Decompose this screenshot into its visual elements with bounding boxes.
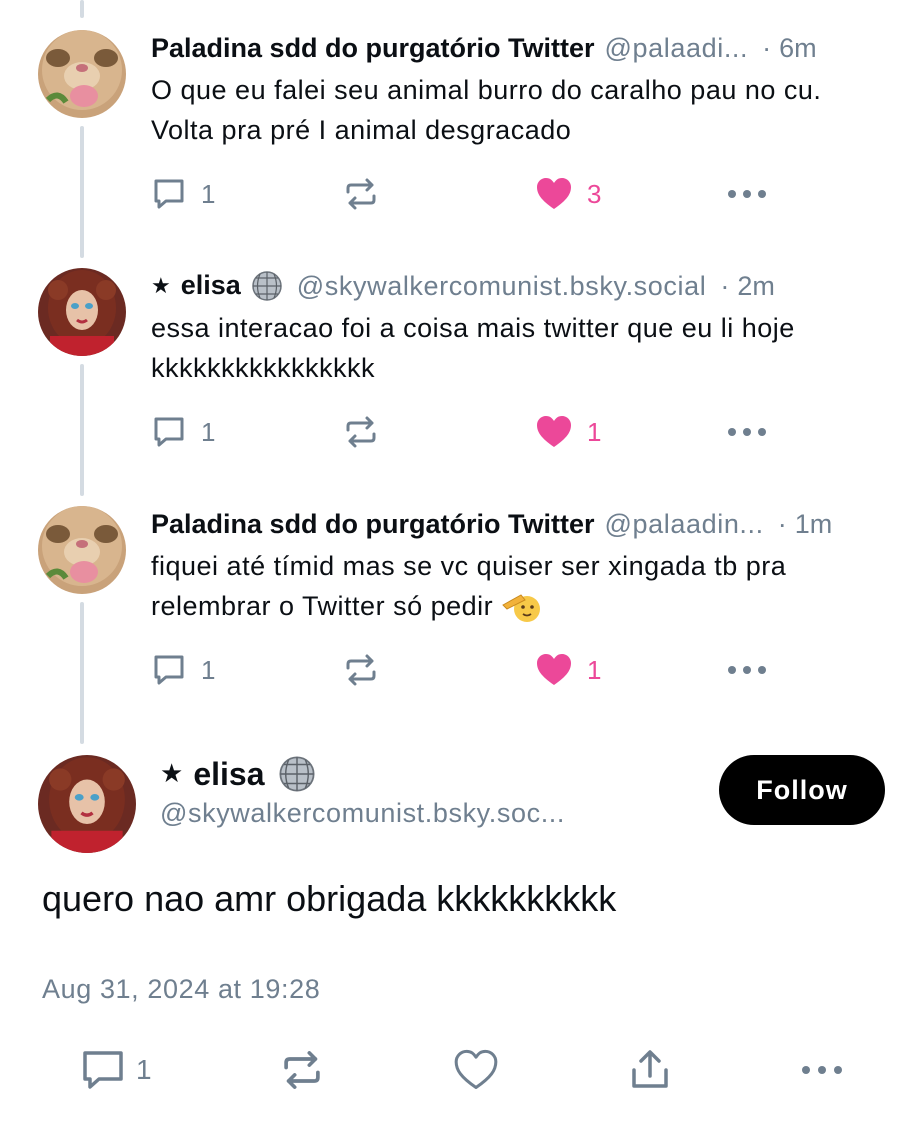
disco-ball-icon <box>278 755 316 793</box>
post-text: O que eu falei seu animal burro do caral… <box>151 75 822 145</box>
like-button[interactable] <box>453 1045 499 1095</box>
like-button[interactable]: 1 <box>535 650 601 690</box>
repost-icon <box>284 1051 320 1089</box>
thread-line <box>80 126 84 258</box>
repost-button[interactable] <box>343 412 379 452</box>
reply-button[interactable]: 1 <box>80 1045 152 1095</box>
post-time[interactable]: 6m <box>779 33 817 64</box>
reply-count: 1 <box>201 178 216 209</box>
woman-avatar-icon <box>38 755 136 853</box>
heart-filled-icon <box>537 416 571 447</box>
reply-count: 1 <box>201 416 216 447</box>
disco-ball-icon <box>251 270 283 302</box>
separator: · <box>762 32 772 63</box>
cat-avatar-icon <box>38 30 126 118</box>
reply-header: ★ elisa @skywalkercomunist.bsky.social · … <box>151 266 908 306</box>
reply-icon <box>154 179 184 209</box>
more-options-button[interactable] <box>800 1045 844 1095</box>
reply-header: Paladina sdd do purgatório Twitter @pala… <box>151 504 908 544</box>
share-button[interactable] <box>628 1045 672 1095</box>
reply-count: 1 <box>201 654 216 685</box>
author-handle[interactable]: @palaadi... <box>605 33 749 64</box>
repost-icon <box>346 178 376 210</box>
more-dots-icon <box>728 666 766 674</box>
reply-icon <box>154 655 184 685</box>
author-handle[interactable]: @skywalkercomunist.bsky.social <box>297 271 707 302</box>
thread-line <box>80 602 84 744</box>
author-name[interactable]: ★ elisa <box>151 270 283 303</box>
star-icon: ★ <box>160 757 184 788</box>
star-icon: ★ <box>151 272 171 298</box>
main-author-handle[interactable]: @skywalkercomunist.bsky.soc... <box>160 798 610 829</box>
post-actions: 1 1 <box>151 412 791 452</box>
more-dots-icon <box>728 190 766 198</box>
like-count: 1 <box>587 416 602 447</box>
more-dots-icon <box>728 428 766 436</box>
woman-avatar-icon <box>38 268 126 356</box>
post-text: essa interacao foi a coisa mais twitter … <box>151 313 795 383</box>
reply-header: Paladina sdd do purgatório Twitter @pala… <box>151 28 908 68</box>
separator: · <box>720 270 730 301</box>
main-post-text: quero nao amr obrigada kkkkkkkkkk <box>42 878 617 919</box>
reply-count: 1 <box>136 1054 152 1085</box>
avatar[interactable] <box>38 30 126 118</box>
main-author-name[interactable]: ★ elisa <box>160 752 316 796</box>
post-text: fiquei até tímid mas se vc quiser ser xi… <box>151 546 871 626</box>
cat-avatar-icon <box>38 506 126 594</box>
post-time[interactable]: 2m <box>737 271 775 302</box>
more-options-button[interactable] <box>727 412 767 452</box>
like-count: 3 <box>587 178 602 209</box>
post-time[interactable]: 1m <box>795 509 833 540</box>
author-name[interactable]: Paladina sdd do purgatório Twitter <box>151 33 595 64</box>
reply-icon <box>83 1051 123 1089</box>
thread-line <box>80 364 84 496</box>
more-dots-icon <box>802 1066 842 1074</box>
author-handle[interactable]: @palaadin... <box>605 509 764 540</box>
heart-outline-icon <box>454 1049 498 1090</box>
reply-button[interactable]: 1 <box>151 650 215 690</box>
avatar[interactable] <box>38 506 126 594</box>
separator: · <box>777 508 787 539</box>
repost-icon <box>346 416 376 448</box>
thread-line <box>80 0 84 18</box>
share-icon <box>632 1050 668 1088</box>
avatar[interactable] <box>38 268 126 356</box>
post-actions: 1 3 <box>151 174 791 214</box>
heart-filled-icon <box>537 178 571 209</box>
author-name[interactable]: Paladina sdd do purgatório Twitter <box>151 509 595 540</box>
main-post-actions: 1 <box>0 1045 922 1095</box>
heart-filled-icon <box>537 654 571 685</box>
post-actions: 1 1 <box>151 650 791 690</box>
like-button[interactable]: 3 <box>535 174 601 214</box>
repost-button[interactable] <box>343 650 379 690</box>
reply-button[interactable]: 1 <box>151 412 215 452</box>
follow-button[interactable]: Follow <box>719 755 885 825</box>
saluting-face-icon <box>501 591 541 625</box>
main-avatar[interactable] <box>38 755 136 853</box>
like-count: 1 <box>587 654 602 685</box>
like-button[interactable]: 1 <box>535 412 601 452</box>
reply-icon <box>154 417 184 447</box>
more-options-button[interactable] <box>727 650 767 690</box>
more-options-button[interactable] <box>727 174 767 214</box>
reply-button[interactable]: 1 <box>151 174 215 214</box>
repost-button[interactable] <box>280 1045 324 1095</box>
post-timestamp[interactable]: Aug 31, 2024 at 19:28 <box>42 974 320 1005</box>
repost-icon <box>346 654 376 686</box>
repost-button[interactable] <box>343 174 379 214</box>
